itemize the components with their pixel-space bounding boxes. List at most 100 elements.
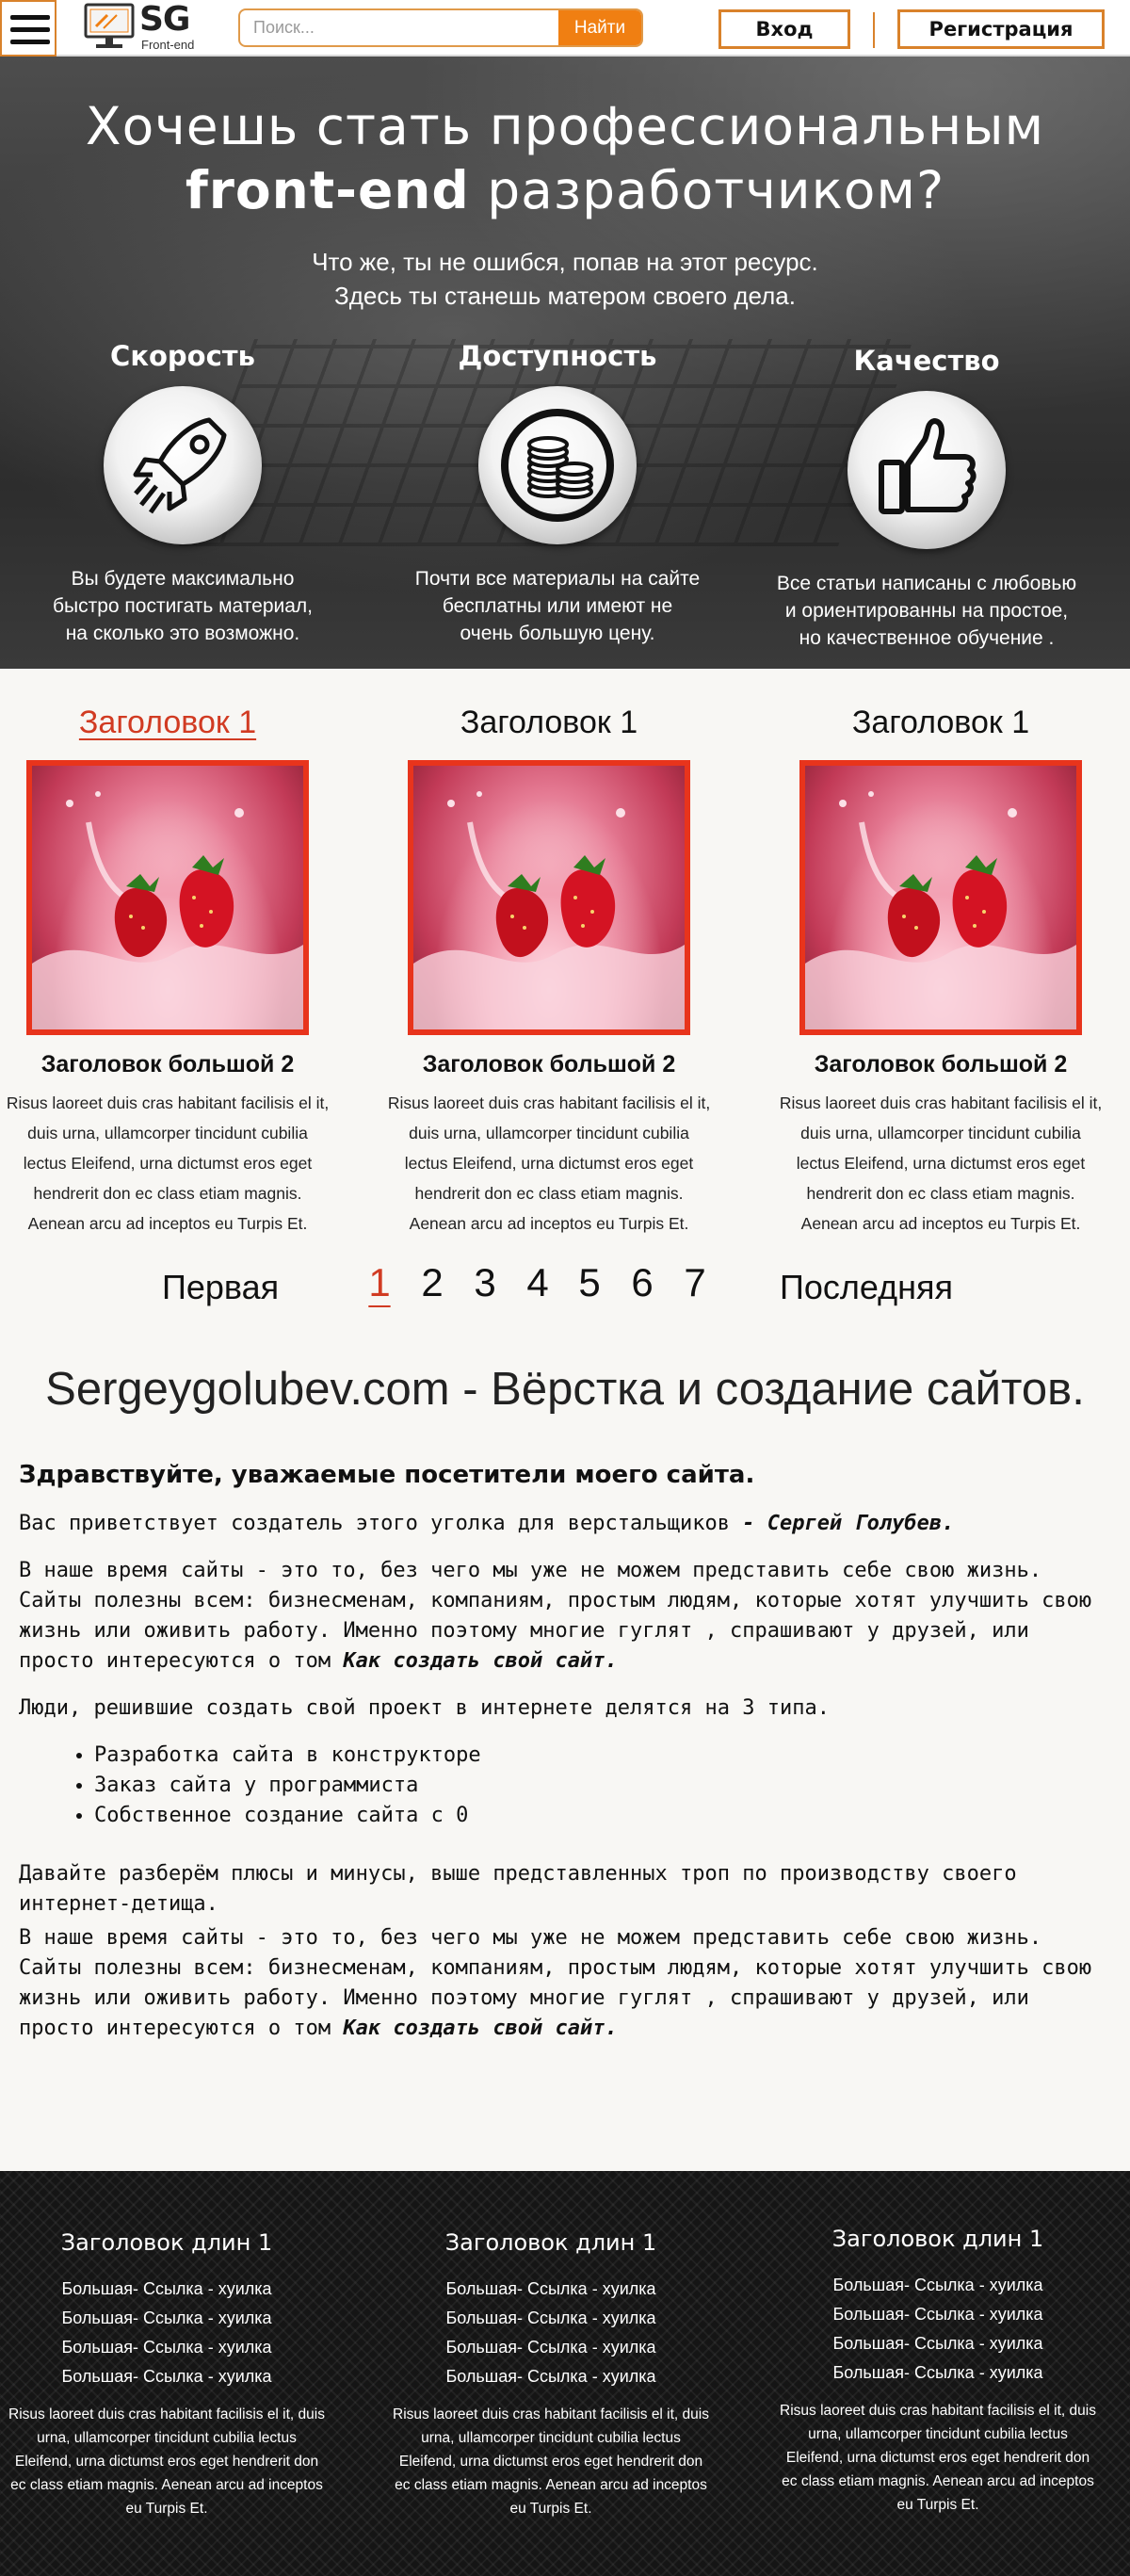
page-link-5[interactable]: 5 — [571, 1260, 608, 1305]
page-link-1[interactable]: 1 — [361, 1260, 398, 1305]
card-image[interactable] — [26, 760, 309, 1035]
hero-section: Хочешь стать профессиональным front-end … — [0, 57, 1130, 669]
footer-link[interactable]: Большая- Ссылка - хуилка — [778, 2300, 1098, 2329]
pagination-first[interactable]: Первая — [162, 1268, 279, 1307]
page-link-6[interactable]: 6 — [623, 1260, 661, 1305]
pagination-last[interactable]: Последняя — [780, 1268, 953, 1307]
card-image[interactable] — [408, 760, 690, 1035]
feature-availability: Доступность Почти все материалы на сайте… — [388, 339, 727, 647]
feature-icon-circle — [848, 391, 1006, 549]
thumbs-up-icon — [879, 418, 977, 514]
logo-subtitle: Front-end — [141, 38, 195, 52]
article-paragraph: В наше время сайты - это то, без чего мы… — [19, 1923, 1116, 2044]
feature-title: Качество — [853, 345, 1000, 377]
card-title-link[interactable]: Заголовок 1 — [3, 702, 332, 743]
site-header: SG Front-end Найти Вход Регистрация — [0, 0, 1130, 57]
footer-column: Заголовок длин 1 Большая- Ссылка - хуилк… — [778, 2224, 1098, 2517]
feature-text-line: Вы будете максимально — [71, 568, 295, 590]
page-link-3[interactable]: 3 — [466, 1260, 504, 1305]
card-title-link[interactable]: Заголовок 1 — [384, 702, 714, 743]
hero-subtitle-line2: Здесь ты станешь матером своего дела. — [334, 282, 796, 310]
article-card: Заголовок 1 Заголовок большой 2 Risus la… — [776, 702, 1106, 1239]
page-link-2[interactable]: 2 — [413, 1260, 451, 1305]
card-subtitle: Заголовок большой 2 — [422, 1051, 676, 1077]
login-button[interactable]: Вход — [718, 9, 850, 49]
footer-link[interactable]: Большая- Ссылка - хуилка — [391, 2304, 711, 2333]
footer-column-title: Заголовок длин 1 — [831, 2226, 1044, 2252]
footer-column: Заголовок длин 1 Большая- Ссылка - хуилк… — [391, 2228, 711, 2520]
hero-title-rest: разработчиком? — [469, 160, 945, 220]
card-subtitle: Заголовок большой 2 — [40, 1051, 295, 1077]
hero-title-line1: Хочешь стать профессиональным — [85, 96, 1045, 156]
footer-link[interactable]: Большая- Ссылка - хуилка — [391, 2275, 711, 2304]
footer-link[interactable]: Большая- Ссылка - хуилка — [778, 2271, 1098, 2300]
card-text: Risus laoreet duis cras habitant facilis… — [779, 1094, 1103, 1233]
hero-subtitle: Что же, ты не ошибся, попав на этот ресу… — [0, 245, 1130, 313]
article-paragraph: Люди, решившие создать свой проект в инт… — [19, 1696, 830, 1720]
card-image[interactable] — [799, 760, 1082, 1035]
list-item: Заказ сайта у программиста — [94, 1771, 1116, 1801]
article-card: Заголовок 1 Заголовок большой 2 Risus la… — [384, 702, 714, 1239]
feature-text-line: и ориентированны на простое, — [784, 600, 1069, 622]
search-button[interactable]: Найти — [558, 10, 641, 45]
author-name: - Сергей Голубев. — [742, 1512, 955, 1535]
paragraph-emphasis: Как создать свой сайт. — [343, 1649, 618, 1673]
footer-link[interactable]: Большая- Ссылка - хуилка — [7, 2275, 327, 2304]
coins-icon — [501, 409, 614, 522]
footer-link[interactable]: Большая- Ссылка - хуилка — [391, 2333, 711, 2362]
hamburger-menu-button[interactable] — [0, 0, 56, 57]
list-item: Разработка сайта в конструкторе — [94, 1741, 1116, 1771]
feature-text-line: быстро постигать материал, — [52, 595, 314, 617]
register-button[interactable]: Регистрация — [897, 9, 1105, 49]
feature-title: Доступность — [458, 340, 657, 372]
feature-text-line: Все статьи написаны с любовью — [776, 573, 1077, 594]
footer-column-title: Заголовок длин 1 — [60, 2229, 273, 2256]
footer-column: Заголовок длин 1 Большая- Ссылка - хуилк… — [7, 2228, 327, 2520]
feature-icon-circle — [104, 386, 262, 544]
footer-text: Risus laoreet duis cras habitant facilis… — [780, 2403, 1096, 2513]
card-subtitle: Заголовок большой 2 — [814, 1051, 1068, 1077]
site-footer: Заголовок длин 1 Большая- Ссылка - хуилк… — [0, 2171, 1130, 2576]
article-paragraph: Давайте разберём плюсы и минусы, выше пр… — [19, 1862, 1017, 1916]
feature-text-line: но качественное обучение . — [799, 627, 1055, 649]
footer-link[interactable]: Большая- Ссылка - хуилка — [778, 2358, 1098, 2388]
article-card: Заголовок 1 Заголовок большой 2 Risus la… — [3, 702, 332, 1239]
search-bar: Найти — [238, 8, 643, 47]
page-link-7[interactable]: 7 — [676, 1260, 714, 1305]
footer-link[interactable]: Большая- Ссылка - хуилка — [7, 2304, 327, 2333]
header-divider — [873, 12, 875, 48]
footer-link[interactable]: Большая- Ссылка - хуилка — [7, 2362, 327, 2391]
footer-link[interactable]: Большая- Ссылка - хуилка — [391, 2362, 711, 2391]
hero-title-line2: front-end разработчиком? — [0, 158, 1130, 222]
feature-text-line: очень большую цену. — [460, 623, 655, 644]
paragraph-emphasis: Как создать свой сайт. — [343, 2017, 618, 2040]
feature-speed: Скорость Вы будете максимально быстро по… — [13, 339, 352, 647]
feature-text: Вы будете максимально быстро постигать м… — [13, 565, 352, 647]
site-title: Sergeygolubev.com - Вёрстка и создание с… — [45, 1364, 1085, 1415]
feature-text: Почти все материалы на сайте бесплатны и… — [388, 565, 727, 647]
page-link-4[interactable]: 4 — [519, 1260, 557, 1305]
feature-quality: Качество Все статьи написаны с любовью и… — [757, 339, 1096, 652]
greeting-text: Вас приветствует создатель этого уголка … — [19, 1512, 743, 1535]
footer-link[interactable]: Большая- Ссылка - хуилка — [778, 2329, 1098, 2358]
feature-icon-circle — [478, 386, 637, 544]
logo-text: SG — [139, 0, 190, 39]
list-item: Собственное создание сайта с 0 — [94, 1801, 1116, 1831]
feature-text: Все статьи написаны с любовью и ориентир… — [757, 570, 1096, 652]
footer-text: Risus laoreet duis cras habitant facilis… — [8, 2406, 325, 2517]
site-logo[interactable]: SG Front-end — [83, 0, 205, 53]
footer-column-title: Заголовок длин 1 — [444, 2229, 657, 2256]
hero-title-bold: front-end — [185, 160, 470, 220]
hero-title: Хочешь стать профессиональным front-end … — [0, 94, 1130, 222]
footer-text: Risus laoreet duis cras habitant facilis… — [393, 2406, 709, 2517]
card-title-link[interactable]: Заголовок 1 — [776, 702, 1106, 743]
feature-title: Скорость — [110, 340, 255, 372]
rocket-icon — [133, 417, 227, 514]
hero-subtitle-line1: Что же, ты не ошибся, попав на этот ресу… — [312, 248, 818, 276]
article-greeting: Вас приветствует создатель этого уголка … — [19, 1509, 1116, 1539]
search-input[interactable] — [240, 10, 560, 45]
menu-icon-bar — [10, 27, 50, 32]
menu-icon-bar — [10, 40, 50, 44]
footer-link[interactable]: Большая- Ссылка - хуилка — [7, 2333, 327, 2362]
strawberry-splash-image — [32, 791, 303, 1029]
